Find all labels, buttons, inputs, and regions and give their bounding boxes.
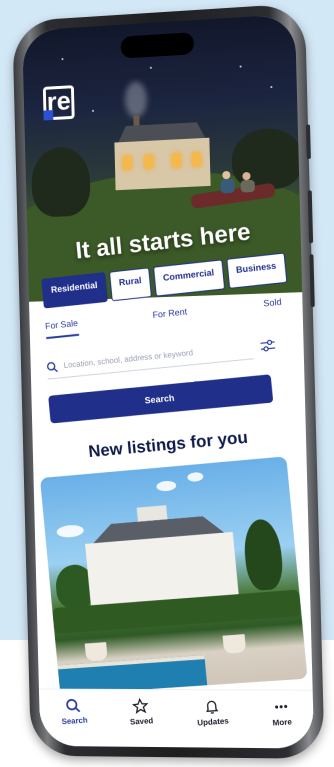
nav-more-label: More [272,717,293,728]
search-button[interactable]: Search [48,374,274,424]
nav-saved[interactable]: Saved [128,697,154,727]
nav-search[interactable]: Search [59,697,88,727]
tab-business[interactable]: Business [225,252,288,289]
phone-side-button [305,124,311,160]
search-placeholder: Location, school, address or keyword [63,348,194,370]
star-icon [132,697,149,714]
listing-card-image[interactable] [39,456,308,696]
tab-sold[interactable]: Sold [263,297,283,317]
bell-icon [202,698,219,715]
app-logo: re [42,85,75,121]
phone-screen: re It all starts here Residential Rural … [22,13,315,749]
nav-saved-label: Saved [129,716,154,727]
filter-sliders-icon [259,338,276,354]
tab-for-rent[interactable]: For Rent [152,307,188,329]
search-row: Location, school, address or keyword [45,331,284,381]
search-input[interactable]: Location, school, address or keyword [45,335,254,380]
tab-for-sale[interactable]: For Sale [44,317,80,340]
tab-rural[interactable]: Rural [108,267,152,302]
nav-more[interactable]: More [270,698,292,728]
search-icon [46,360,59,373]
search-icon [65,697,82,714]
bottom-navigation: Search Saved Updates More [38,688,315,749]
phone-notch [120,32,195,59]
nav-updates[interactable]: Updates [195,697,229,727]
phone-device: re It all starts here Residential Rural … [12,3,325,759]
nav-search-label: Search [61,715,88,727]
filter-button[interactable] [252,332,285,359]
nav-updates-label: Updates [196,716,229,728]
more-icon [274,704,287,709]
